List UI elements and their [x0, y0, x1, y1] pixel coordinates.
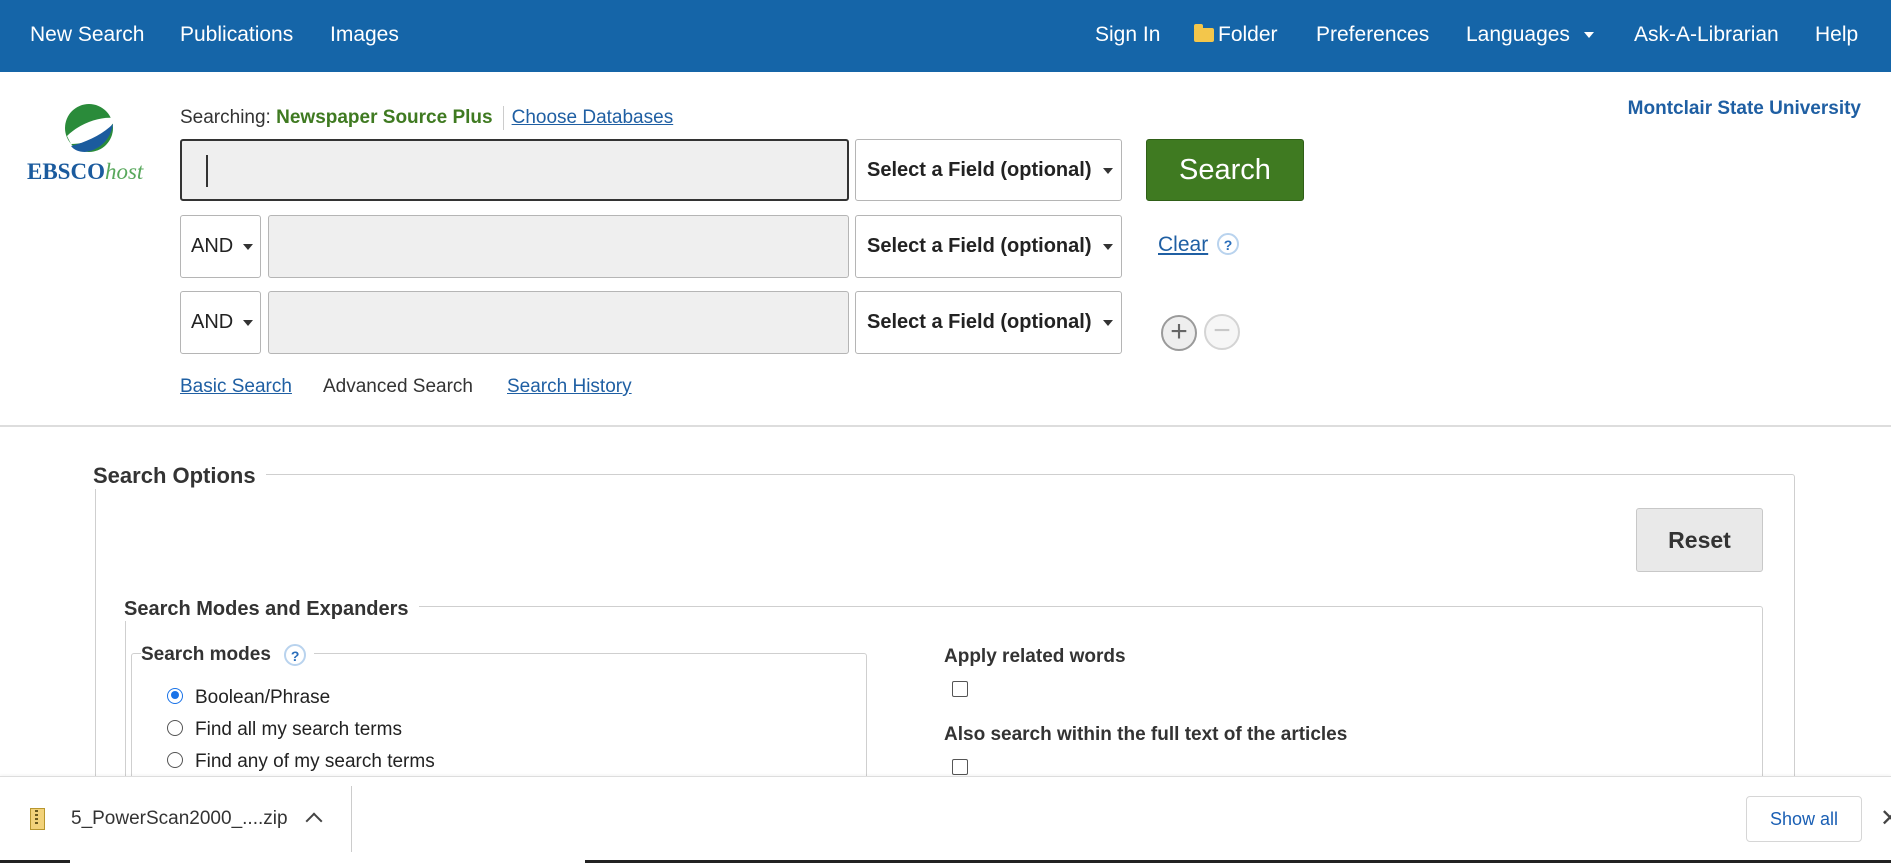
searching-line: Searching: Newspaper Source Plus Choose D… — [180, 106, 673, 130]
choose-databases-link[interactable]: Choose Databases — [512, 107, 674, 128]
close-icon[interactable]: ✕ — [1880, 804, 1891, 833]
nav-new-search[interactable]: New Search — [30, 0, 144, 72]
institution-name: Montclair State University — [1627, 98, 1861, 119]
nav-folder[interactable]: Folder — [1194, 0, 1278, 72]
section-divider — [0, 425, 1891, 427]
show-all-button[interactable]: Show all — [1746, 796, 1862, 842]
zip-file-icon — [30, 808, 45, 830]
field-select-label: Select a Field (optional) — [867, 311, 1092, 333]
field-select-label: Select a Field (optional) — [867, 159, 1092, 181]
search-mode-label: Find any of my search terms — [195, 751, 435, 772]
folder-icon — [1194, 24, 1214, 42]
search-button[interactable]: Search — [1146, 139, 1304, 201]
radio-button-selected[interactable] — [167, 687, 183, 704]
search-input-1[interactable] — [180, 139, 849, 201]
nav-sign-in[interactable]: Sign In — [1095, 0, 1160, 72]
searching-label: Searching: — [180, 107, 271, 129]
help-icon[interactable]: ? — [284, 644, 307, 666]
remove-row-button[interactable]: − — [1204, 314, 1240, 350]
chevron-down-icon — [1103, 319, 1114, 326]
field-select-1[interactable]: Select a Field (optional) — [855, 139, 1122, 201]
logo-text-ebsco: EBSCO — [27, 159, 105, 184]
radio-button[interactable] — [167, 751, 183, 768]
boolean-operator-label: AND — [191, 311, 234, 333]
reset-button[interactable]: Reset — [1636, 508, 1763, 572]
chevron-down-icon — [242, 319, 253, 326]
modes-expanders-title: Search Modes and Expanders — [124, 598, 419, 621]
divider — [502, 106, 504, 130]
nav-preferences[interactable]: Preferences — [1316, 0, 1429, 72]
basic-search-link[interactable]: Basic Search — [180, 376, 292, 398]
database-name: Newspaper Source Plus — [276, 107, 493, 129]
apply-related-words-label: Apply related words — [944, 646, 1126, 667]
search-mode-find-any[interactable]: Find any of my search terms — [167, 751, 435, 773]
radio-button[interactable] — [167, 719, 183, 736]
chevron-down-icon — [242, 243, 253, 250]
nav-images[interactable]: Images — [330, 0, 399, 72]
ebscohost-logo[interactable]: EBSCOhost — [27, 102, 153, 184]
text-cursor — [206, 155, 208, 187]
search-mode-find-all[interactable]: Find all my search terms — [167, 719, 402, 741]
field-select-2[interactable]: Select a Field (optional) — [855, 215, 1122, 278]
apply-related-words-checkbox[interactable] — [952, 681, 968, 697]
nav-help[interactable]: Help — [1815, 0, 1858, 72]
search-history-link[interactable]: Search History — [507, 376, 632, 398]
add-row-button[interactable]: + — [1161, 315, 1197, 351]
clear-link[interactable]: Clear — [1158, 233, 1208, 257]
divider — [351, 786, 352, 852]
nav-ask-a-librarian[interactable]: Ask-A-Librarian — [1634, 0, 1779, 72]
search-input-2[interactable] — [268, 215, 849, 278]
advanced-search-label: Advanced Search — [323, 376, 473, 397]
search-mode-label: Find all my search terms — [195, 719, 402, 740]
help-icon[interactable]: ? — [1217, 233, 1239, 255]
search-mode-label: Boolean/Phrase — [195, 687, 331, 708]
full-text-search-checkbox[interactable] — [952, 759, 968, 775]
search-modes-title: Search modes — [141, 644, 271, 666]
full-text-search-label: Also search within the full text of the … — [944, 724, 1348, 745]
search-mode-boolean-phrase[interactable]: Boolean/Phrase — [167, 687, 330, 709]
nav-languages[interactable]: Languages — [1466, 0, 1594, 72]
top-navigation-bar: New Search Publications Images Sign In F… — [0, 0, 1891, 72]
field-select-3[interactable]: Select a Field (optional) — [855, 291, 1122, 354]
nav-publications[interactable]: Publications — [180, 0, 293, 72]
boolean-operator-select-2[interactable]: AND — [180, 215, 261, 278]
search-input-3[interactable] — [268, 291, 849, 354]
boolean-operator-label: AND — [191, 235, 234, 257]
chevron-down-icon — [1583, 32, 1594, 39]
download-file-name[interactable]: 5_PowerScan2000_....zip — [71, 808, 288, 830]
search-options-title: Search Options — [93, 463, 266, 489]
chevron-down-icon — [1103, 167, 1114, 174]
nav-languages-label: Languages — [1466, 23, 1570, 46]
chevron-down-icon — [1103, 243, 1114, 250]
search-modes-legend: Search modes ? — [141, 644, 315, 667]
field-select-label: Select a Field (optional) — [867, 235, 1092, 257]
logo-text-host: host — [104, 159, 144, 184]
nav-folder-label: Folder — [1218, 23, 1278, 46]
boolean-operator-select-3[interactable]: AND — [180, 291, 261, 354]
